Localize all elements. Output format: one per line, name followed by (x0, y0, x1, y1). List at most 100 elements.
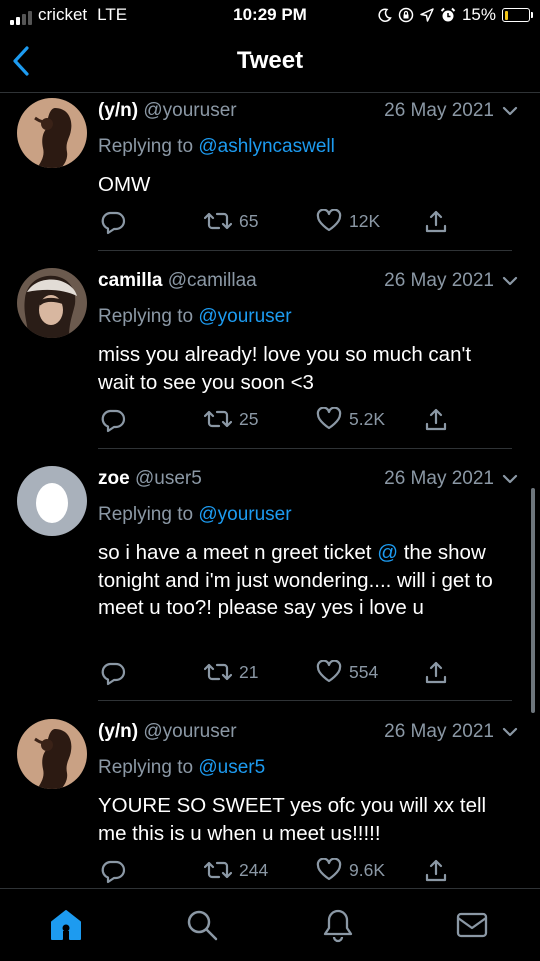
notifications-bell-icon[interactable] (320, 907, 356, 943)
chevron-down-icon[interactable] (502, 725, 518, 739)
search-icon[interactable] (184, 907, 220, 943)
share-icon (425, 408, 447, 431)
replying-to: Replying to @ashlyncaswell (98, 136, 335, 158)
tweet-actions: 65 12K (98, 209, 458, 237)
like-button[interactable]: 12K (316, 209, 380, 233)
retweet-icon (204, 212, 232, 230)
chevron-down-icon[interactable] (502, 274, 518, 288)
like-count: 554 (349, 661, 379, 682)
heart-icon (316, 407, 342, 430)
tweet-item[interactable]: (y/n) @youruser 26 May 2021 Replying to … (0, 92, 540, 250)
chevron-down-icon[interactable] (502, 104, 518, 118)
heart-icon (316, 209, 342, 232)
retweet-button[interactable]: 65 (204, 209, 258, 233)
avatar[interactable] (17, 98, 87, 168)
share-button[interactable] (424, 209, 448, 235)
like-count: 5.2K (349, 408, 385, 429)
display-name[interactable]: (y/n) (98, 100, 138, 121)
chevron-down-icon[interactable] (502, 472, 518, 486)
user-handle[interactable]: @user5 (135, 468, 202, 489)
retweet-button[interactable]: 21 (204, 660, 258, 684)
like-count: 9.6K (349, 859, 385, 880)
page-title: Tweet (236, 47, 304, 74)
retweet-icon (204, 410, 232, 428)
divider (98, 250, 512, 251)
replying-to-label: Replying to (98, 504, 194, 525)
status-bar: cricket LTE 10:29 PM 15% (0, 0, 540, 32)
replying-to-label: Replying to (98, 136, 194, 157)
reply-button[interactable] (100, 407, 126, 433)
tweet-item[interactable]: (y/n) @youruser 26 May 2021 Replying to … (0, 713, 540, 888)
replying-to-label: Replying to (98, 757, 194, 778)
tweet-actions: 25 5.2K (98, 407, 458, 435)
tweet-header: camilla @camillaa 26 May 2021 (98, 270, 518, 296)
scrollbar[interactable] (531, 488, 535, 713)
retweet-icon (204, 663, 232, 681)
divider (98, 700, 512, 701)
divider (98, 448, 512, 449)
replying-to-label: Replying to (98, 306, 194, 327)
like-button[interactable]: 554 (316, 660, 378, 684)
tweet-text: YOURE SO SWEET yes ofc you will xx tell … (98, 794, 487, 845)
battery-percent: 15% (461, 5, 496, 24)
tweet-item[interactable]: camilla @camillaa 26 May 2021 Replying t… (0, 262, 540, 448)
tab-bar (0, 888, 540, 961)
tweet-date: 26 May 2021 (384, 468, 494, 489)
replying-to: Replying to @user5 (98, 757, 265, 779)
share-button[interactable] (424, 660, 448, 686)
tweet-text-part: so i have a meet n greet ticket (98, 541, 372, 564)
mention-link[interactable]: @youruser (198, 306, 291, 327)
moon-icon (378, 8, 392, 22)
user-handle[interactable]: @camillaa (168, 270, 257, 291)
share-icon (425, 859, 447, 882)
user-handle[interactable]: @youruser (143, 721, 236, 742)
tweet-actions: 244 9.6K (98, 858, 458, 886)
tweet-date: 26 May 2021 (384, 721, 494, 742)
mention-link[interactable]: @youruser (198, 504, 291, 525)
mention-link[interactable]: @user5 (198, 757, 265, 778)
retweet-button[interactable]: 244 (204, 858, 268, 882)
replying-to: Replying to @youruser (98, 504, 292, 526)
reply-icon (101, 409, 126, 433)
like-button[interactable]: 9.6K (316, 858, 385, 882)
retweet-count: 65 (239, 210, 259, 231)
replying-to: Replying to @youruser (98, 306, 292, 328)
avatar[interactable] (17, 466, 87, 536)
heart-icon (316, 858, 342, 881)
display-name[interactable]: (y/n) (98, 721, 138, 742)
tweet-text: OMW (98, 173, 151, 196)
reply-button[interactable] (100, 660, 126, 686)
reply-icon (101, 211, 126, 235)
reply-button[interactable] (100, 858, 126, 884)
reply-icon (101, 662, 126, 686)
display-name[interactable]: camilla (98, 270, 162, 291)
share-button[interactable] (424, 858, 448, 884)
tweet-text: miss you already! love you so much can't… (98, 343, 472, 394)
like-button[interactable]: 5.2K (316, 407, 385, 431)
reply-icon (101, 860, 126, 884)
mention-at[interactable]: @ (377, 541, 398, 564)
nav-bar: Tweet (0, 32, 540, 93)
tweet-item[interactable]: zoe @user5 26 May 2021 Replying to @your… (0, 460, 540, 700)
display-name[interactable]: zoe (98, 468, 130, 489)
reply-button[interactable] (100, 209, 126, 235)
heart-icon (316, 660, 342, 683)
retweet-button[interactable]: 25 (204, 407, 258, 431)
share-button[interactable] (424, 407, 448, 433)
mention-link[interactable]: @ashlyncaswell (198, 136, 335, 157)
tweet-text: so i have a meet n greet ticket @ the sh… (98, 539, 518, 622)
avatar[interactable] (17, 719, 87, 789)
tweet-header: (y/n) @youruser 26 May 2021 (98, 100, 518, 126)
location-arrow-icon (420, 8, 434, 22)
share-icon (425, 210, 447, 233)
messages-mail-icon[interactable] (454, 907, 490, 943)
avatar[interactable] (17, 268, 87, 338)
home-icon[interactable] (48, 907, 84, 943)
tweet-header: zoe @user5 26 May 2021 (98, 468, 518, 494)
retweet-icon (204, 861, 232, 879)
tweet-actions: 21 554 (98, 660, 458, 688)
lock-rotation-icon (398, 7, 414, 23)
user-handle[interactable]: @youruser (143, 100, 236, 121)
battery-icon (502, 8, 533, 22)
retweet-count: 25 (239, 408, 259, 429)
